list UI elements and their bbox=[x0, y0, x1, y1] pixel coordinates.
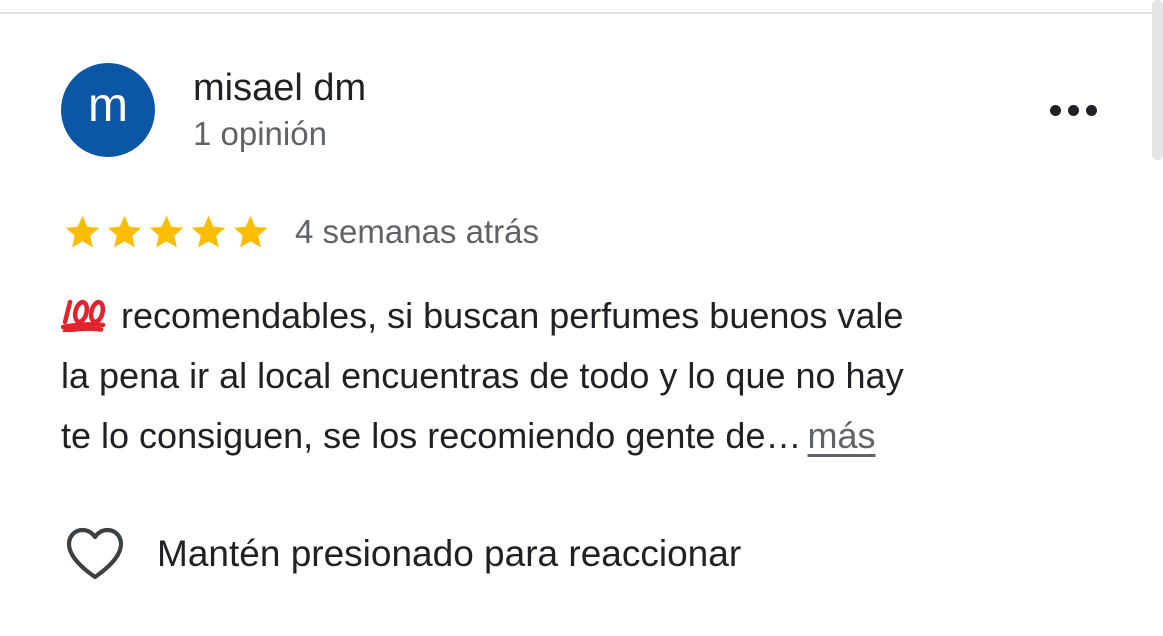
review-text-line-1: recomendables, si buscan perfumes buenos… bbox=[121, 295, 904, 336]
review-date: 4 semanas atrás bbox=[295, 213, 539, 250]
more-horiz-icon-dot bbox=[1085, 104, 1097, 116]
heart-outline-icon bbox=[66, 527, 124, 580]
star-icon bbox=[65, 215, 100, 248]
star-icon bbox=[149, 215, 184, 248]
review-text-line-3: te lo consiguen, se los recomiendo gente… bbox=[61, 415, 802, 456]
star-icon bbox=[233, 215, 268, 248]
more-horiz-icon bbox=[1049, 104, 1061, 116]
author-name[interactable]: misael dm bbox=[193, 66, 366, 110]
review-text-line: recomendables, si buscan perfumes buenos… bbox=[61, 286, 1091, 346]
star-icon bbox=[107, 215, 142, 248]
avatar[interactable]: m bbox=[61, 63, 155, 157]
react-label: Mantén presionado para reaccionar bbox=[157, 533, 742, 574]
author-review-count: 1 opinión bbox=[193, 115, 327, 152]
more-horiz-icon-dot bbox=[1067, 104, 1079, 116]
avatar-initial: m bbox=[88, 79, 128, 132]
review-text: recomendables, si buscan perfumes buenos… bbox=[61, 286, 1091, 466]
star-icon bbox=[191, 215, 226, 248]
more-link[interactable]: más bbox=[807, 415, 875, 456]
react-button[interactable]: Mantén presionado para reaccionar bbox=[64, 524, 741, 584]
review-text-line: te lo consiguen, se los recomiendo gente… bbox=[61, 406, 1091, 466]
review-text-line-2: la pena ir al local encuentras de todo y… bbox=[61, 355, 904, 396]
more-options-button[interactable] bbox=[1040, 90, 1106, 130]
star-rating bbox=[62, 212, 271, 252]
scrollbar[interactable] bbox=[1152, 0, 1163, 160]
top-divider bbox=[0, 12, 1163, 14]
hundred-points-icon bbox=[61, 299, 106, 332]
